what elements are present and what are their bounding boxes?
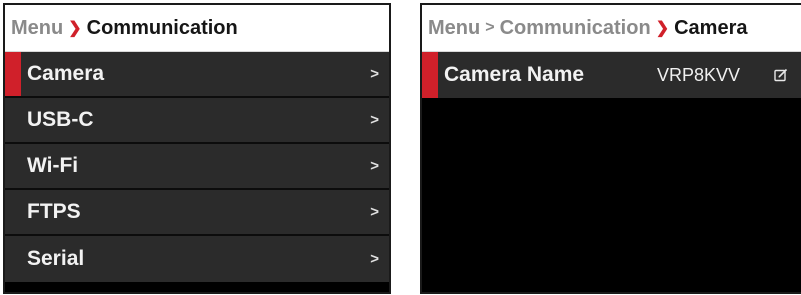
chevron-right-icon: > xyxy=(370,157,379,175)
breadcrumb-middle[interactable]: Communication xyxy=(500,17,651,40)
breadcrumb-current: Camera xyxy=(674,16,748,39)
communication-menu-panel: Menu ❯ Communication Camera > USB-C > Wi… xyxy=(3,3,391,294)
breadcrumb-root[interactable]: Menu xyxy=(428,17,480,40)
breadcrumb-separator-icon: ❯ xyxy=(655,20,670,37)
edit-icon[interactable] xyxy=(774,68,788,82)
camera-name-value: VRP8KVV xyxy=(657,64,741,85)
setting-label: Camera Name xyxy=(444,63,585,86)
breadcrumb: Menu > Communication ❯ Camera xyxy=(422,5,801,52)
menu-item-label: Wi-Fi xyxy=(27,154,79,177)
breadcrumb-separator-icon: > xyxy=(485,19,495,36)
menu-item-label: FTPS xyxy=(27,200,81,223)
menu-item-label: Serial xyxy=(27,247,85,270)
menu-item-usb-c[interactable]: USB-C > xyxy=(5,98,389,144)
chevron-right-icon: > xyxy=(370,250,379,268)
menu-item-label: Camera xyxy=(27,62,105,85)
chevron-right-icon: > xyxy=(370,65,379,83)
menu-item-ftps[interactable]: FTPS > xyxy=(5,190,389,236)
breadcrumb: Menu ❯ Communication xyxy=(5,5,389,52)
menu-item-serial[interactable]: Serial > xyxy=(5,236,389,282)
breadcrumb-root[interactable]: Menu xyxy=(11,17,63,40)
chevron-right-icon: > xyxy=(370,111,379,129)
menu-item-wi-fi[interactable]: Wi-Fi > xyxy=(5,144,389,190)
breadcrumb-separator-icon: ❯ xyxy=(68,20,82,37)
menu-item-camera[interactable]: Camera > xyxy=(5,52,389,98)
menu-item-label: USB-C xyxy=(27,108,94,131)
camera-name-setting[interactable]: Camera Name VRP8KVV xyxy=(422,52,801,98)
chevron-right-icon: > xyxy=(370,203,379,221)
camera-settings-panel: Menu > Communication ❯ Camera Camera Nam… xyxy=(420,3,801,294)
breadcrumb-current: Communication xyxy=(86,16,238,39)
